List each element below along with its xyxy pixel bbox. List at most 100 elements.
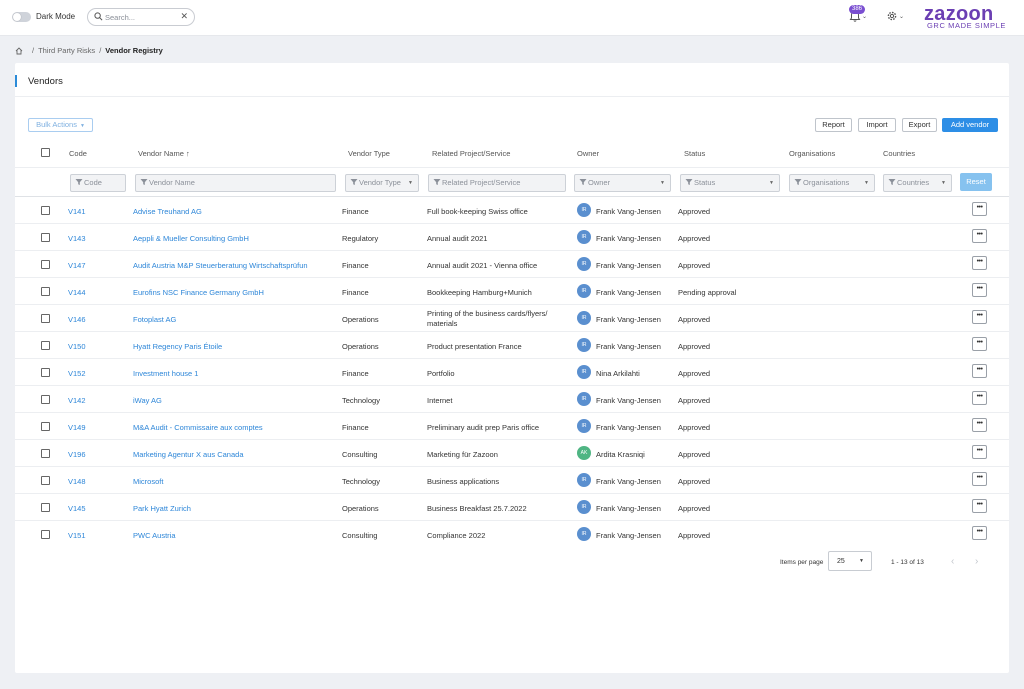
vendor-code[interactable]: V142 (68, 396, 86, 405)
dark-mode-toggle[interactable] (12, 12, 31, 22)
export-button[interactable]: Export (902, 118, 937, 132)
vendor-code[interactable]: V149 (68, 423, 86, 432)
table-row[interactable]: V143 Aeppli & Mueller Consulting GmbH Re… (15, 224, 1009, 251)
next-page-icon[interactable]: › (975, 556, 978, 567)
vendor-code[interactable]: V141 (68, 207, 86, 216)
more-actions-button[interactable]: ••• (972, 364, 987, 378)
breadcrumb-third-party-risks[interactable]: Third Party Risks (38, 46, 95, 55)
header-related[interactable]: Related Project/Service (432, 149, 510, 158)
table-row[interactable]: V146 Fotoplast AG Operations Printing of… (15, 305, 1009, 332)
table-row[interactable]: V147 Audit Austria M&P Steuerberatung Wi… (15, 251, 1009, 278)
search-box[interactable]: ✕ (87, 8, 195, 26)
more-actions-button[interactable]: ••• (972, 310, 987, 324)
row-checkbox[interactable] (41, 422, 50, 431)
row-checkbox[interactable] (41, 530, 50, 539)
vendor-code[interactable]: V143 (68, 234, 86, 243)
vendor-name[interactable]: Audit Austria M&P Steuerberatung Wirtsch… (133, 261, 333, 270)
vendor-name[interactable]: Microsoft (133, 477, 163, 486)
table-row[interactable]: V141 Advise Treuhand AG Finance Full boo… (15, 197, 1009, 224)
filter-vendor-type[interactable]: Vendor Type ▼ (345, 174, 419, 192)
vendor-code[interactable]: V196 (68, 450, 86, 459)
row-checkbox[interactable] (41, 233, 50, 242)
vendor-code[interactable]: V150 (68, 342, 86, 351)
filter-code[interactable]: Code (70, 174, 126, 192)
filter-related[interactable]: Related Project/Service (428, 174, 566, 192)
more-actions-button[interactable]: ••• (972, 445, 987, 459)
import-button[interactable]: Import (858, 118, 896, 132)
filter-vendor-name[interactable]: Vendor Name (135, 174, 336, 192)
vendor-name[interactable]: Hyatt Regency Paris Étoile (133, 342, 222, 351)
table-row[interactable]: V150 Hyatt Regency Paris Étoile Operatio… (15, 332, 1009, 359)
row-checkbox[interactable] (41, 287, 50, 296)
row-checkbox[interactable] (41, 476, 50, 485)
row-checkbox[interactable] (41, 206, 50, 215)
header-organisations[interactable]: Organisations (789, 149, 835, 158)
vendor-code[interactable]: V151 (68, 531, 86, 540)
vendor-name[interactable]: Fotoplast AG (133, 315, 176, 324)
row-checkbox[interactable] (41, 314, 50, 323)
items-per-page-select[interactable]: 25 ▼ (828, 551, 872, 571)
table-row[interactable]: V145 Park Hyatt Zurich Operations Busine… (15, 494, 1009, 521)
more-actions-button[interactable]: ••• (972, 202, 987, 216)
more-actions-button[interactable]: ••• (972, 283, 987, 297)
vendor-name[interactable]: Aeppli & Mueller Consulting GmbH (133, 234, 249, 243)
row-checkbox[interactable] (41, 449, 50, 458)
vendor-name[interactable]: iWay AG (133, 396, 162, 405)
header-code[interactable]: Code (69, 149, 87, 158)
gear-icon[interactable] (886, 10, 898, 22)
table-row[interactable]: V142 iWay AG Technology Internet IR Fran… (15, 386, 1009, 413)
more-actions-button[interactable]: ••• (972, 391, 987, 405)
table-row[interactable]: V149 M&A Audit - Commissaire aux comptes… (15, 413, 1009, 440)
vendor-name[interactable]: Marketing Agentur X aus Canada (133, 450, 244, 459)
chevron-down-icon[interactable]: ⌄ (899, 13, 904, 20)
row-checkbox[interactable] (41, 260, 50, 269)
vendor-code[interactable]: V148 (68, 477, 86, 486)
more-actions-button[interactable]: ••• (972, 337, 987, 351)
vendor-code[interactable]: V144 (68, 288, 86, 297)
header-countries[interactable]: Countries (883, 149, 915, 158)
vendor-name[interactable]: Advise Treuhand AG (133, 207, 202, 216)
table-row[interactable]: V152 Investment house 1 Finance Portfoli… (15, 359, 1009, 386)
search-input[interactable] (105, 11, 177, 23)
row-checkbox[interactable] (41, 368, 50, 377)
home-icon[interactable] (15, 46, 23, 55)
vendor-code[interactable]: V146 (68, 315, 86, 324)
more-actions-button[interactable]: ••• (972, 256, 987, 270)
select-all-checkbox[interactable] (41, 148, 50, 157)
vendor-code[interactable]: V152 (68, 369, 86, 378)
row-checkbox[interactable] (41, 395, 50, 404)
more-actions-button[interactable]: ••• (972, 526, 987, 540)
more-actions-button[interactable]: ••• (972, 472, 987, 486)
add-vendor-button[interactable]: Add vendor (942, 118, 998, 132)
header-status[interactable]: Status (684, 149, 705, 158)
filter-status[interactable]: Status ▼ (680, 174, 780, 192)
vendor-name[interactable]: Eurofins NSC Finance Germany GmbH (133, 288, 264, 297)
vendor-name[interactable]: Investment house 1 (133, 369, 198, 378)
bulk-actions-button[interactable]: Bulk Actions ▼ (28, 118, 93, 132)
table-row[interactable]: V148 Microsoft Technology Business appli… (15, 467, 1009, 494)
table-row[interactable]: V151 PWC Austria Consulting Compliance 2… (15, 521, 1009, 548)
vendor-code[interactable]: V147 (68, 261, 86, 270)
filter-owner[interactable]: Owner ▼ (574, 174, 671, 192)
more-actions-button[interactable]: ••• (972, 229, 987, 243)
clear-search-icon[interactable]: ✕ (180, 11, 188, 22)
filter-countries[interactable]: Countries ▼ (883, 174, 952, 192)
reset-filters-button[interactable]: Reset (960, 173, 992, 191)
previous-page-icon[interactable]: ‹ (951, 556, 954, 567)
vendor-name[interactable]: Park Hyatt Zurich (133, 504, 191, 513)
more-actions-button[interactable]: ••• (972, 418, 987, 432)
filter-organisations[interactable]: Organisations ▼ (789, 174, 875, 192)
chevron-down-icon[interactable]: ⌄ (862, 13, 867, 20)
vendor-name[interactable]: PWC Austria (133, 531, 176, 540)
header-vendor-type[interactable]: Vendor Type (348, 149, 390, 158)
header-owner[interactable]: Owner (577, 149, 599, 158)
more-actions-button[interactable]: ••• (972, 499, 987, 513)
row-checkbox[interactable] (41, 503, 50, 512)
header-vendor-name[interactable]: Vendor Name ↑ (138, 149, 190, 158)
vendor-code[interactable]: V145 (68, 504, 86, 513)
vendor-name[interactable]: M&A Audit - Commissaire aux comptes (133, 423, 263, 432)
row-checkbox[interactable] (41, 341, 50, 350)
table-row[interactable]: V144 Eurofins NSC Finance Germany GmbH F… (15, 278, 1009, 305)
report-button[interactable]: Report (815, 118, 852, 132)
table-row[interactable]: V196 Marketing Agentur X aus Canada Cons… (15, 440, 1009, 467)
